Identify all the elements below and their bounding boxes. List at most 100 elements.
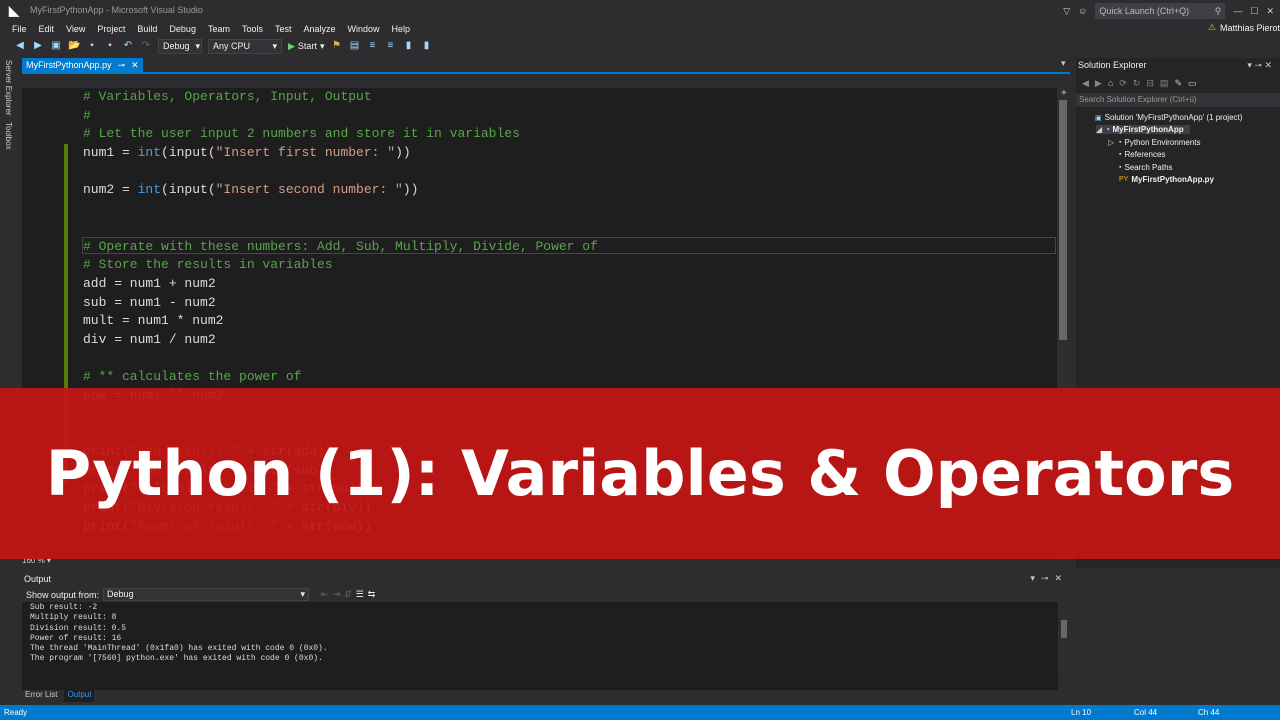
tab-dropdown-icon[interactable]: ▾ <box>1061 58 1066 69</box>
server-explorer-tab[interactable]: Server Explorer <box>4 60 13 116</box>
word-wrap-icon[interactable]: ⇆ <box>368 589 376 600</box>
tree-item[interactable]: ▪ References <box>1108 150 1165 159</box>
panel-controls-icon[interactable]: ▾ ⊸ ✕ <box>1247 60 1272 71</box>
menu-item-team[interactable]: Team <box>202 24 236 34</box>
forward-icon[interactable]: ▶ <box>32 40 44 52</box>
code-line[interactable] <box>83 163 598 182</box>
save-icon[interactable]: ▪ <box>86 40 98 52</box>
new-project-icon[interactable]: ▣ <box>50 40 62 52</box>
solution-config-select[interactable]: Debug ▾ <box>158 38 202 54</box>
prev-message-icon[interactable]: ⇤ <box>321 589 329 600</box>
code-line[interactable] <box>83 219 598 238</box>
title-bar: ◣ MyFirstPythonApp - Microsoft Visual St… <box>0 0 1280 22</box>
pin-icon[interactable]: ⊸ <box>118 58 126 72</box>
home-icon[interactable]: ⌂ <box>1108 78 1113 88</box>
next-message-icon[interactable]: ⇥ <box>333 589 341 600</box>
toggle-breakpoint-icon[interactable]: ▤ <box>348 40 360 52</box>
clear-all-icon[interactable]: ☰ <box>356 589 364 600</box>
undo-icon[interactable]: ↶ <box>122 40 134 52</box>
solution-search-input[interactable]: Search Solution Explorer (Ctrl+ü) <box>1076 93 1280 107</box>
properties-icon[interactable]: ✎ <box>1174 78 1182 89</box>
menu-item-project[interactable]: Project <box>91 24 131 34</box>
editor-scroll-thumb[interactable] <box>1059 100 1067 340</box>
sync-icon[interactable]: ⟳ <box>1119 78 1127 89</box>
forward-icon[interactable]: ▶ <box>1095 78 1102 89</box>
bookmark-icon[interactable]: ▮ <box>402 40 414 52</box>
output-scrollbar[interactable] <box>1058 602 1070 674</box>
code-line[interactable]: num1 = int(input("Insert first number: "… <box>83 144 598 163</box>
code-line[interactable]: num2 = int(input("Insert second number: … <box>83 181 598 200</box>
output-source-select[interactable]: Debug ▾ <box>103 588 310 601</box>
code-line[interactable]: sub = num1 - num2 <box>83 294 598 313</box>
menu-item-edit[interactable]: Edit <box>33 24 61 34</box>
tree-item[interactable]: ▪ Search Paths <box>1108 163 1173 172</box>
title-bar-right: ▽ ☺ Quick Launch (Ctrl+Q) ⚲ — ☐ ✕ <box>1063 0 1280 22</box>
expander-icon[interactable]: ▷ <box>1108 138 1116 147</box>
toolbox-tab[interactable]: Toolbox <box>4 122 13 150</box>
split-icon[interactable]: + <box>1061 88 1067 99</box>
code-line[interactable]: # ** calculates the power of <box>83 368 598 387</box>
indent-icon[interactable]: ≡ <box>366 40 378 52</box>
feedback-icon[interactable]: ☺ <box>1078 6 1087 16</box>
close-icon[interactable]: ✕ <box>1054 573 1062 584</box>
close-tab-icon[interactable]: ✕ <box>131 58 139 72</box>
output-line: Power of result: 16 <box>30 633 122 643</box>
redo-icon[interactable]: ↷ <box>140 40 152 52</box>
user-account[interactable]: ⚠ Matthias Pierot <box>1208 22 1280 33</box>
close-button[interactable]: ✕ <box>1266 6 1274 17</box>
tab-output[interactable]: Output <box>64 688 95 702</box>
pin-icon[interactable]: ⊸ <box>1041 573 1049 584</box>
tree-item[interactable]: PY MyFirstPythonApp.py <box>1108 175 1214 184</box>
code-line[interactable]: div = num1 / num2 <box>83 331 598 350</box>
tab-myfirstpythonapp-py[interactable]: MyFirstPythonApp.py ⊸ ✕ <box>22 58 143 72</box>
outdent-icon[interactable]: ≡ <box>384 40 396 52</box>
tree-item[interactable]: ▣ Solution 'MyFirstPythonApp' (1 project) <box>1084 113 1242 122</box>
tree-item[interactable]: ▷ ▪ Python Environments <box>1108 138 1201 147</box>
maximize-button[interactable]: ☐ <box>1250 6 1258 17</box>
code-line[interactable]: # Variables, Operators, Input, Output <box>83 88 598 107</box>
back-icon[interactable]: ◀ <box>14 40 26 52</box>
back-icon[interactable]: ◀ <box>1082 78 1089 89</box>
code-line[interactable]: # Let the user input 2 numbers and store… <box>83 125 598 144</box>
code-token: "Insert first number: " <box>215 145 396 161</box>
code-token: "Insert second number: " <box>215 182 403 198</box>
output-text[interactable]: Sub result: -2 Multiply result: 8 Division… <box>22 602 1058 690</box>
tree-item[interactable]: ◢ ▪ MyFirstPythonApp <box>1096 125 1190 135</box>
show-all-files-icon[interactable]: ▤ <box>1160 78 1169 89</box>
menu-item-analyze[interactable]: Analyze <box>298 24 342 34</box>
output-scroll-thumb[interactable] <box>1061 620 1067 638</box>
menu-item-build[interactable]: Build <box>131 24 163 34</box>
refresh-icon[interactable]: ↻ <box>1133 78 1141 89</box>
browse-icon[interactable]: ⚑ <box>330 40 342 52</box>
start-button[interactable]: ▶ Start ▾ <box>288 41 324 52</box>
menu-item-help[interactable]: Help <box>386 24 417 34</box>
chevron-down-icon[interactable]: ▾ <box>1030 573 1035 584</box>
filter-icon[interactable]: ▽ <box>1063 6 1070 17</box>
preview-icon[interactable]: ▭ <box>1188 78 1197 89</box>
code-line[interactable] <box>83 200 598 219</box>
code-line[interactable]: # Store the results in variables <box>83 256 598 275</box>
code-token: (input( <box>161 145 216 161</box>
code-line[interactable]: # <box>83 107 598 126</box>
code-line[interactable]: add = num1 + num2 <box>83 275 598 294</box>
menu-item-test[interactable]: Test <box>269 24 298 34</box>
collapse-all-icon[interactable]: ⊟ <box>1146 78 1154 89</box>
menu-item-tools[interactable]: Tools <box>236 24 269 34</box>
quick-launch-input[interactable]: Quick Launch (Ctrl+Q) ⚲ <box>1095 3 1226 19</box>
code-token: # Variables, Operators, Input, Output <box>83 89 372 104</box>
minimize-button[interactable]: — <box>1233 6 1242 16</box>
code-line[interactable] <box>83 350 598 369</box>
code-line[interactable]: mult = num1 * num2 <box>83 312 598 331</box>
open-file-icon[interactable]: 📂 <box>68 40 80 52</box>
menu-item-debug[interactable]: Debug <box>163 24 202 34</box>
menu-item-file[interactable]: File <box>6 24 33 34</box>
find-message-icon[interactable]: ⇵ <box>344 589 352 600</box>
tab-error-list[interactable]: Error List <box>22 688 60 702</box>
expander-icon[interactable]: ◢ <box>1096 125 1104 134</box>
save-all-icon[interactable]: ▪ <box>104 40 116 52</box>
next-bookmark-icon[interactable]: ▮ <box>420 40 432 52</box>
play-icon: ▶ <box>288 40 295 51</box>
menu-item-window[interactable]: Window <box>342 24 386 34</box>
solution-platform-select[interactable]: Any CPU ▾ <box>208 38 282 54</box>
menu-item-view[interactable]: View <box>60 24 91 34</box>
